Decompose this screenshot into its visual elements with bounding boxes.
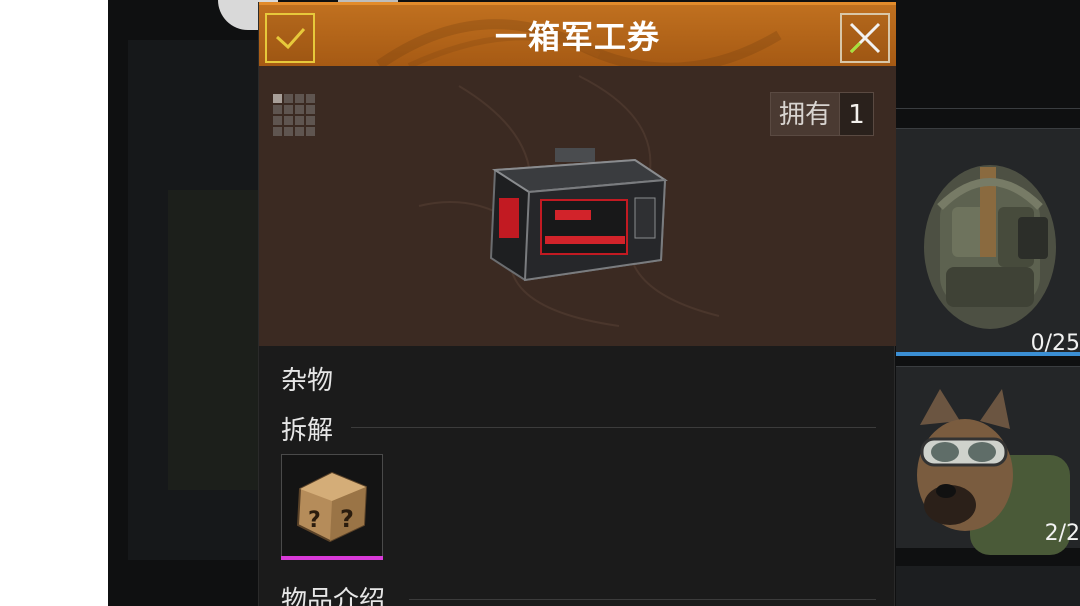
dialog-title: 一箱军工券 [494,18,660,56]
inventory-divider [896,108,1080,109]
slot-progress-bar [896,352,1080,356]
military-crate-image [489,148,668,282]
section-divider [351,427,876,428]
owned-label: 拥有 [769,92,840,136]
item-detail-dialog: 一箱军工券 拥有 1 杂物 拆解 ? ? 物品介绍 [258,2,896,606]
description-section-title: 物品介绍 [281,586,386,606]
left-margin [0,0,108,606]
svg-text:?: ? [340,505,354,533]
mystery-dice-icon: ? ? [296,471,368,543]
item-showcase: 拥有 1 [259,66,896,346]
grid-size-icon [273,94,315,136]
disassemble-reward-slot[interactable]: ? ? [281,454,383,560]
backpack-icon [924,165,1056,329]
inventory-slot-backpack[interactable]: 0/25 [896,128,1080,356]
close-icon [849,22,881,54]
item-category: 杂物 [281,366,334,396]
dialog-header: 一箱军工券 [259,2,896,66]
slot-count: 2/2 [1044,521,1080,546]
disassemble-section-title: 拆解 [281,416,334,446]
owned-count-badge: 拥有 1 [769,92,874,136]
svg-text:?: ? [308,508,321,533]
inventory-slot-empty [896,566,1080,606]
background-panel [168,190,258,490]
section-divider [409,599,876,600]
rarity-bar [281,556,383,560]
owned-value: 1 [840,92,874,136]
inventory-slot-companion[interactable]: 2/2 [896,366,1080,555]
close-button[interactable] [840,13,890,63]
